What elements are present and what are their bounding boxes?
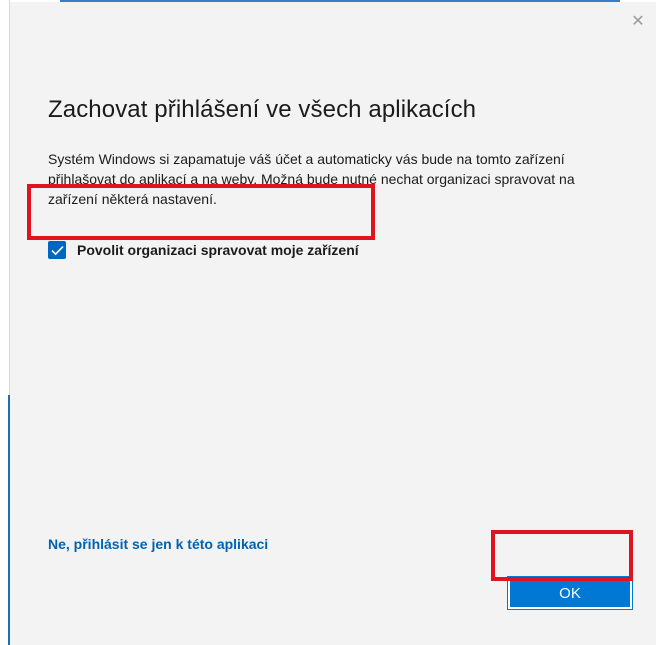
screen: ✕ Zachovat přihlášení ve všech aplikacíc…: [0, 0, 656, 645]
sign-in-this-app-only-link[interactable]: Ne, přihlásit se jen k této aplikaci: [48, 536, 268, 552]
allow-management-checkbox-row[interactable]: Povolit organizaci spravovat moje zaříze…: [48, 238, 359, 262]
checkbox-label: Povolit organizaci spravovat moje zaříze…: [77, 242, 359, 258]
ok-button[interactable]: OK: [507, 576, 633, 610]
dialog-heading: Zachovat přihlášení ve všech aplikacích: [48, 96, 477, 123]
checkbox-checked-icon[interactable]: [48, 241, 66, 259]
checkmark-icon: [50, 245, 64, 255]
dialog-body: Zachovat přihlášení ve všech aplikacích …: [10, 38, 656, 645]
close-icon[interactable]: ✕: [626, 10, 650, 34]
title-bar: ✕: [10, 2, 656, 38]
dialog-description: Systém Windows si zapamatuje váš účet a …: [48, 151, 575, 207]
